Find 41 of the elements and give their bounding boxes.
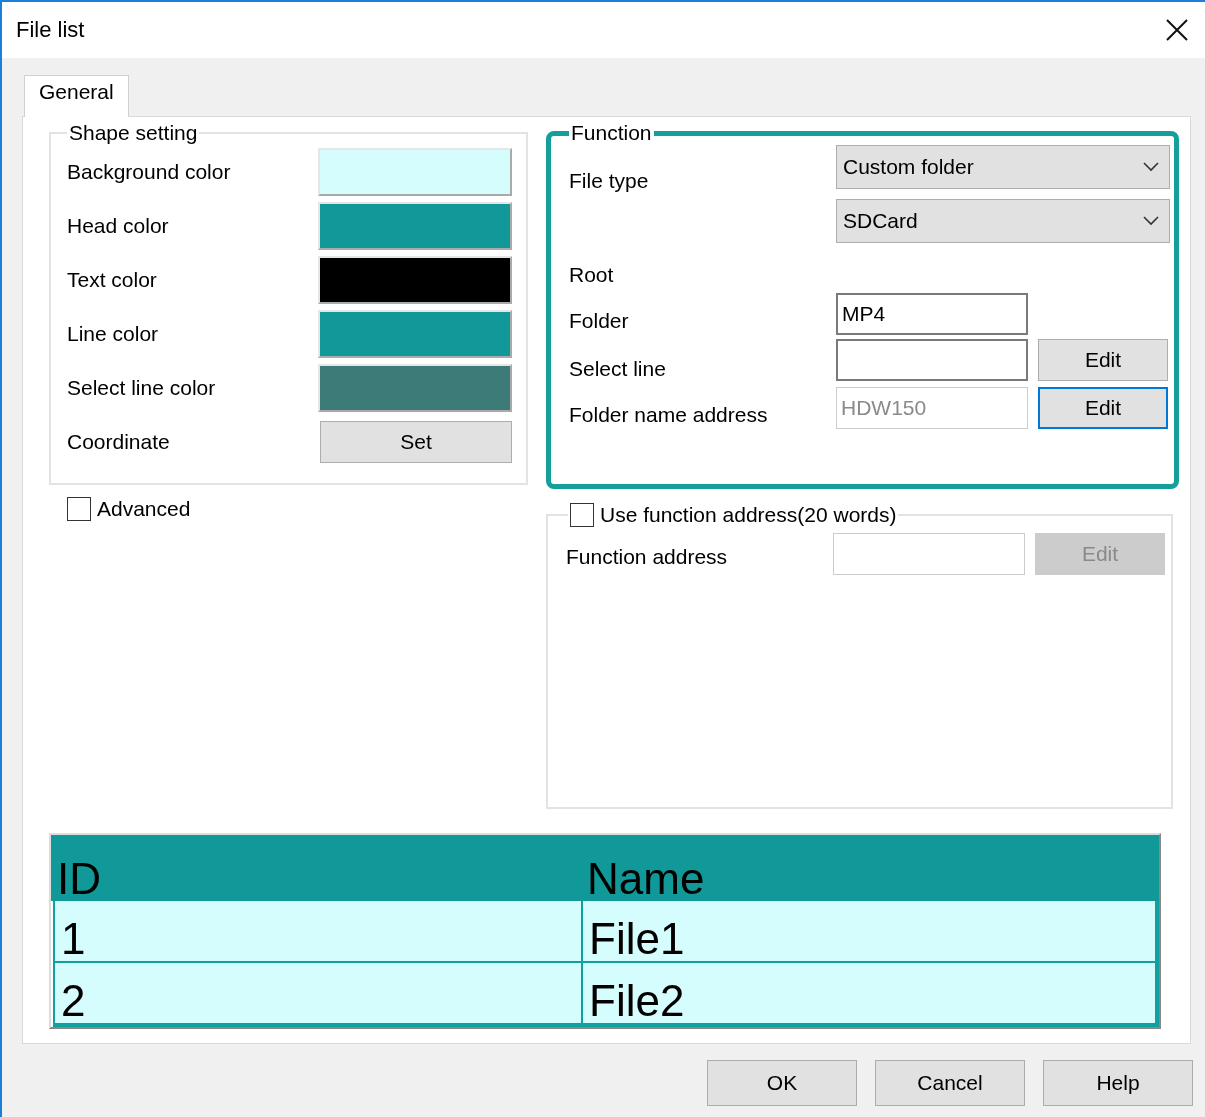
color-swatch[interactable]	[318, 148, 512, 196]
field-label: Function address	[566, 545, 729, 570]
field-label: Head color	[67, 214, 169, 238]
table-cell: File1	[581, 901, 1159, 963]
field-label: Line color	[67, 322, 159, 346]
field-label: Coordinate	[67, 430, 170, 454]
color-swatch[interactable]	[318, 256, 512, 304]
field-label: Text color	[67, 268, 157, 292]
tab[interactable]: General	[24, 75, 129, 117]
chevron-down-icon	[1143, 216, 1159, 226]
column-header: Name	[581, 835, 1159, 901]
checkbox-label: Use function address(20 words)	[600, 503, 897, 527]
dialog-button[interactable]: OK	[707, 1060, 857, 1106]
field-label: Folder name address	[569, 403, 769, 428]
field-label: Root	[569, 263, 615, 288]
field-label: Select line	[569, 357, 667, 382]
color-swatch[interactable]	[318, 364, 512, 412]
color-swatch[interactable]	[318, 202, 512, 250]
group-title: Shape setting	[68, 121, 199, 145]
set-button[interactable]: Set	[320, 421, 512, 463]
checkbox[interactable]	[67, 497, 91, 521]
group-title: Function	[570, 121, 653, 145]
field-label: Background color	[67, 160, 231, 184]
input-field[interactable]	[836, 339, 1028, 381]
edit-button[interactable]: Edit	[1038, 339, 1168, 381]
table-cell: File2	[581, 963, 1159, 1027]
dialog-button[interactable]: Cancel	[875, 1060, 1025, 1106]
color-swatch[interactable]	[318, 310, 512, 358]
dropdown[interactable]: Custom folder	[836, 145, 1170, 189]
table-cell: 2	[53, 963, 581, 1027]
field-label: Select line color	[67, 376, 216, 400]
chevron-down-icon	[1143, 162, 1159, 172]
field-label: File type	[569, 169, 650, 194]
table-cell: 1	[53, 901, 581, 963]
dropdown[interactable]: SDCard	[836, 199, 1170, 243]
dialog-button[interactable]: Help	[1043, 1060, 1193, 1106]
input-field[interactable]: MP4	[836, 293, 1028, 335]
window-title: File list	[16, 17, 85, 43]
field-label: Folder	[569, 309, 630, 334]
checkbox-label: Advanced	[97, 497, 191, 521]
column-header: ID	[51, 835, 581, 901]
